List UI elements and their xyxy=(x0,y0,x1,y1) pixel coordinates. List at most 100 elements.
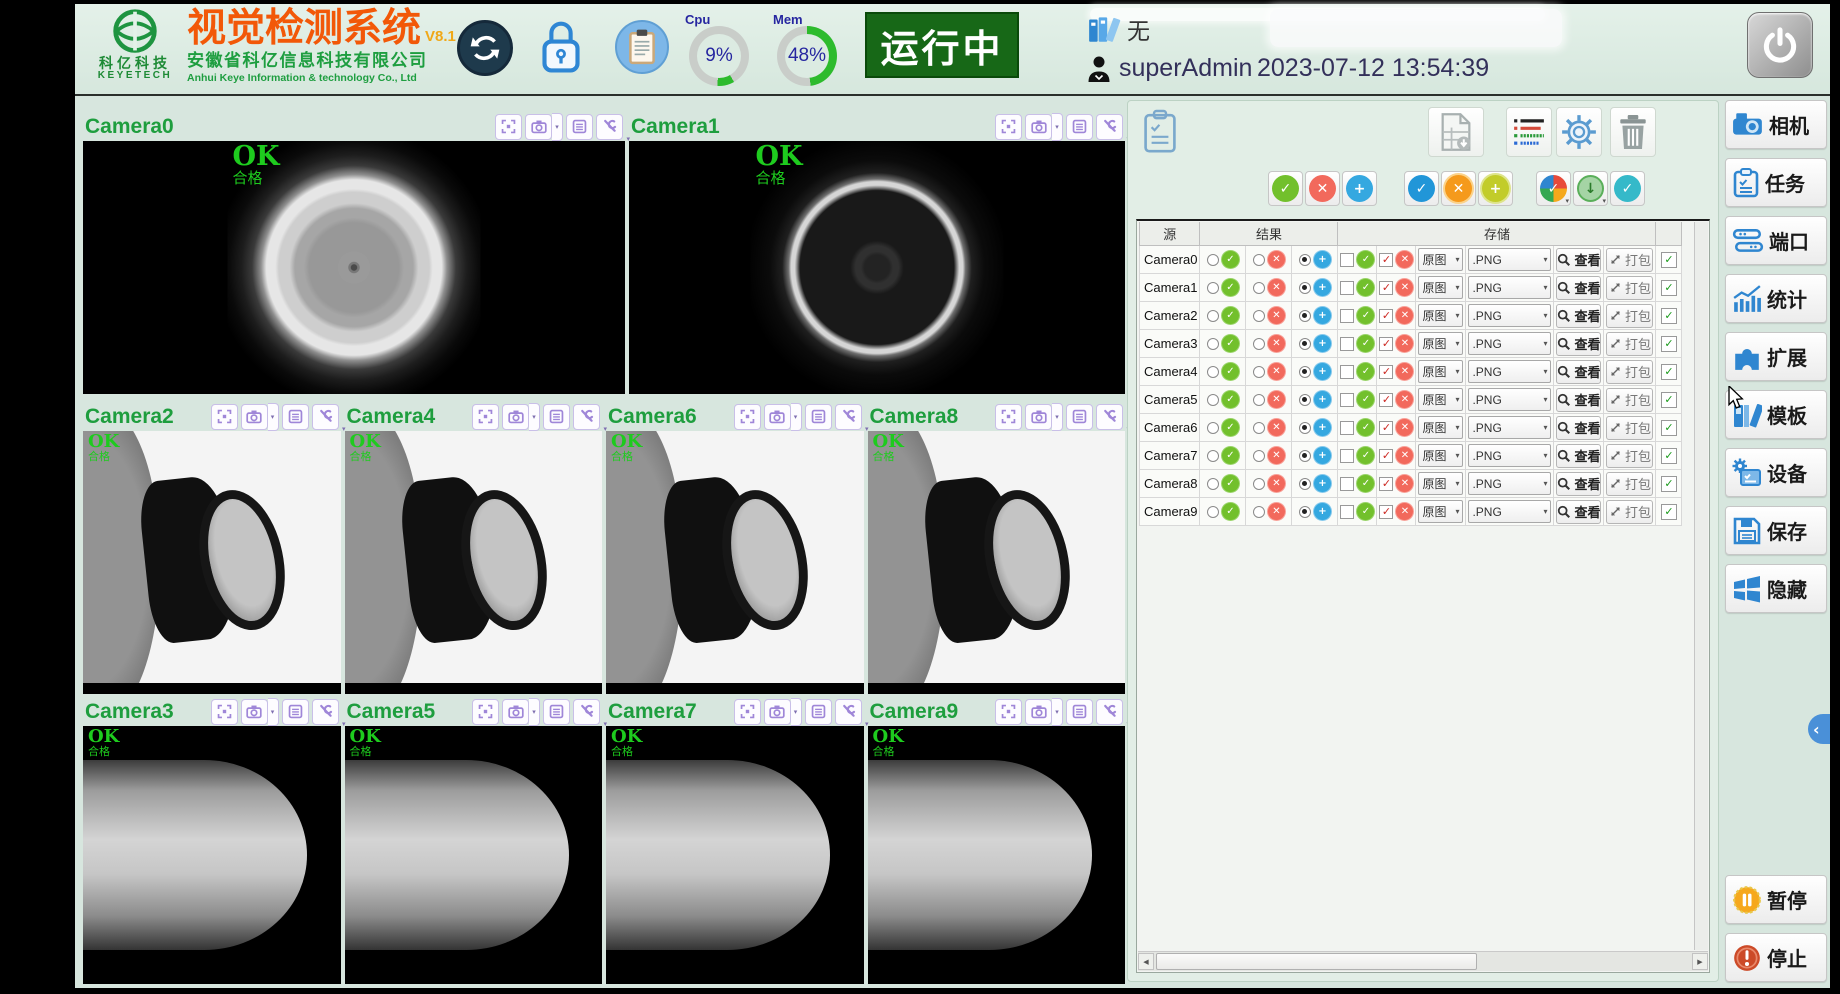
result-auto-radio[interactable] xyxy=(1299,478,1311,490)
result-fail-radio[interactable] xyxy=(1253,254,1265,266)
row-confirm-checkbox[interactable]: ✓ xyxy=(1661,336,1677,352)
view-button[interactable]: 查看 xyxy=(1556,276,1601,300)
result-auto-radio[interactable] xyxy=(1299,310,1311,322)
row-confirm-checkbox[interactable]: ✓ xyxy=(1661,364,1677,380)
view-button[interactable]: 查看 xyxy=(1556,248,1601,272)
snapshot-button[interactable] xyxy=(241,404,268,430)
snapshot-button[interactable] xyxy=(764,404,791,430)
power-button[interactable] xyxy=(1747,12,1813,78)
fullscreen-button[interactable] xyxy=(211,404,238,430)
result-pass-radio[interactable] xyxy=(1207,310,1219,322)
fullscreen-button[interactable] xyxy=(995,114,1022,140)
image-type-dropdown[interactable]: 原图▾ xyxy=(1418,444,1463,467)
image-type-dropdown[interactable]: 原图▾ xyxy=(1418,360,1463,383)
pause-button[interactable]: 暂停 xyxy=(1725,875,1827,924)
result-pass-radio[interactable] xyxy=(1207,450,1219,462)
row-confirm-checkbox[interactable]: ✓ xyxy=(1661,392,1677,408)
pack-button[interactable]: 打包 xyxy=(1606,360,1653,384)
image-type-dropdown[interactable]: 原图▾ xyxy=(1418,500,1463,523)
sidebar-item-port[interactable]: 端口 xyxy=(1725,216,1827,265)
download-all-button[interactable]: ↓▾ xyxy=(1573,171,1608,206)
snapshot-dropdown[interactable]: ▾ xyxy=(529,698,540,726)
result-pass-radio[interactable] xyxy=(1207,282,1219,294)
format-dropdown[interactable]: .PNG▾ xyxy=(1468,276,1551,299)
result-fail-radio[interactable] xyxy=(1253,338,1265,350)
result-pass-radio[interactable] xyxy=(1207,394,1219,406)
result-list-button[interactable] xyxy=(543,404,570,430)
table-horizontal-scrollbar[interactable]: ◀ ▶ xyxy=(1138,951,1708,971)
format-dropdown[interactable]: .PNG▾ xyxy=(1468,332,1551,355)
fullscreen-button[interactable] xyxy=(472,699,499,725)
view-button[interactable]: 查看 xyxy=(1556,332,1601,356)
image-type-dropdown[interactable]: 原图▾ xyxy=(1418,248,1463,271)
export-data-button[interactable] xyxy=(1428,107,1484,157)
snapshot-button[interactable] xyxy=(502,699,529,725)
row-confirm-checkbox[interactable]: ✓ xyxy=(1661,420,1677,436)
panel-collapse-handle[interactable]: ‹ xyxy=(1808,714,1830,744)
view-button[interactable]: 查看 xyxy=(1556,388,1601,412)
tools-button[interactable]: ▾ xyxy=(1096,699,1123,725)
view-button[interactable]: 查看 xyxy=(1556,500,1601,524)
store-fail-checkbox[interactable]: ✓ xyxy=(1379,281,1393,295)
storage-check-all-button[interactable]: ✓ xyxy=(1404,171,1439,206)
result-auto-radio[interactable] xyxy=(1299,366,1311,378)
sidebar-item-hide[interactable]: 隐藏 xyxy=(1725,564,1827,613)
fullscreen-button[interactable] xyxy=(211,699,238,725)
view-button[interactable]: 查看 xyxy=(1556,444,1601,468)
result-list-button[interactable] xyxy=(805,404,832,430)
color-apply-button[interactable]: ✓▾ xyxy=(1536,171,1571,206)
store-fail-checkbox[interactable]: ✓ xyxy=(1379,477,1393,491)
image-type-dropdown[interactable]: 原图▾ xyxy=(1418,304,1463,327)
sidebar-item-camera[interactable]: 相机 xyxy=(1725,100,1827,149)
tools-button[interactable]: ▾ xyxy=(312,699,339,725)
snapshot-button[interactable] xyxy=(1025,404,1052,430)
sidebar-item-stats[interactable]: 统计 xyxy=(1725,274,1827,323)
store-pass-checkbox[interactable]: ✓ xyxy=(1340,365,1354,379)
result-add-button[interactable]: + xyxy=(1342,171,1377,206)
result-auto-radio[interactable] xyxy=(1299,506,1311,518)
table-vertical-scrollbar[interactable] xyxy=(1694,222,1708,950)
result-fail-radio[interactable] xyxy=(1253,478,1265,490)
sidebar-item-extend[interactable]: 扩展 xyxy=(1725,332,1827,381)
result-fail-radio[interactable] xyxy=(1253,310,1265,322)
row-confirm-checkbox[interactable]: ✓ xyxy=(1661,280,1677,296)
result-auto-radio[interactable] xyxy=(1299,338,1311,350)
image-type-dropdown[interactable]: 原图▾ xyxy=(1418,416,1463,439)
result-fail-radio[interactable] xyxy=(1253,450,1265,462)
result-list-button[interactable] xyxy=(566,114,593,140)
pack-button[interactable]: 打包 xyxy=(1606,276,1653,300)
image-type-dropdown[interactable]: 原图▾ xyxy=(1418,276,1463,299)
row-confirm-checkbox[interactable]: ✓ xyxy=(1661,504,1677,520)
clear-button[interactable] xyxy=(1610,107,1656,157)
tools-button[interactable]: ▾ xyxy=(596,114,623,140)
result-pass-radio[interactable] xyxy=(1207,506,1219,518)
fullscreen-button[interactable] xyxy=(734,699,761,725)
store-pass-checkbox[interactable]: ✓ xyxy=(1340,477,1354,491)
pack-button[interactable]: 打包 xyxy=(1606,444,1653,468)
tools-button[interactable]: ▾ xyxy=(1096,404,1123,430)
sidebar-item-task[interactable]: 任务 xyxy=(1725,158,1827,207)
snapshot-dropdown[interactable]: ▾ xyxy=(791,403,802,431)
stop-button[interactable]: 停止 xyxy=(1725,933,1827,982)
snapshot-dropdown[interactable]: ▾ xyxy=(1052,698,1063,726)
snapshot-button[interactable] xyxy=(764,699,791,725)
result-list-button[interactable] xyxy=(1066,404,1093,430)
sidebar-item-device[interactable]: 设备 xyxy=(1725,448,1827,497)
lock-button[interactable] xyxy=(539,18,583,81)
view-button[interactable]: 查看 xyxy=(1556,304,1601,328)
format-dropdown[interactable]: .PNG▾ xyxy=(1468,444,1551,467)
snapshot-dropdown[interactable]: ▾ xyxy=(268,403,279,431)
result-pass-all-button[interactable]: ✓ xyxy=(1268,171,1303,206)
result-auto-radio[interactable] xyxy=(1299,282,1311,294)
snapshot-button[interactable] xyxy=(241,699,268,725)
format-dropdown[interactable]: .PNG▾ xyxy=(1468,472,1551,495)
result-list-button[interactable] xyxy=(282,699,309,725)
storage-uncheck-all-button[interactable]: ✕ xyxy=(1441,171,1476,206)
task-list-button[interactable] xyxy=(1142,109,1178,160)
result-list-button[interactable] xyxy=(543,699,570,725)
result-list-button[interactable] xyxy=(805,699,832,725)
scroll-right-arrow[interactable]: ▶ xyxy=(1692,953,1708,970)
store-fail-checkbox[interactable]: ✓ xyxy=(1379,365,1393,379)
image-type-dropdown[interactable]: 原图▾ xyxy=(1418,472,1463,495)
store-pass-checkbox[interactable]: ✓ xyxy=(1340,337,1354,351)
